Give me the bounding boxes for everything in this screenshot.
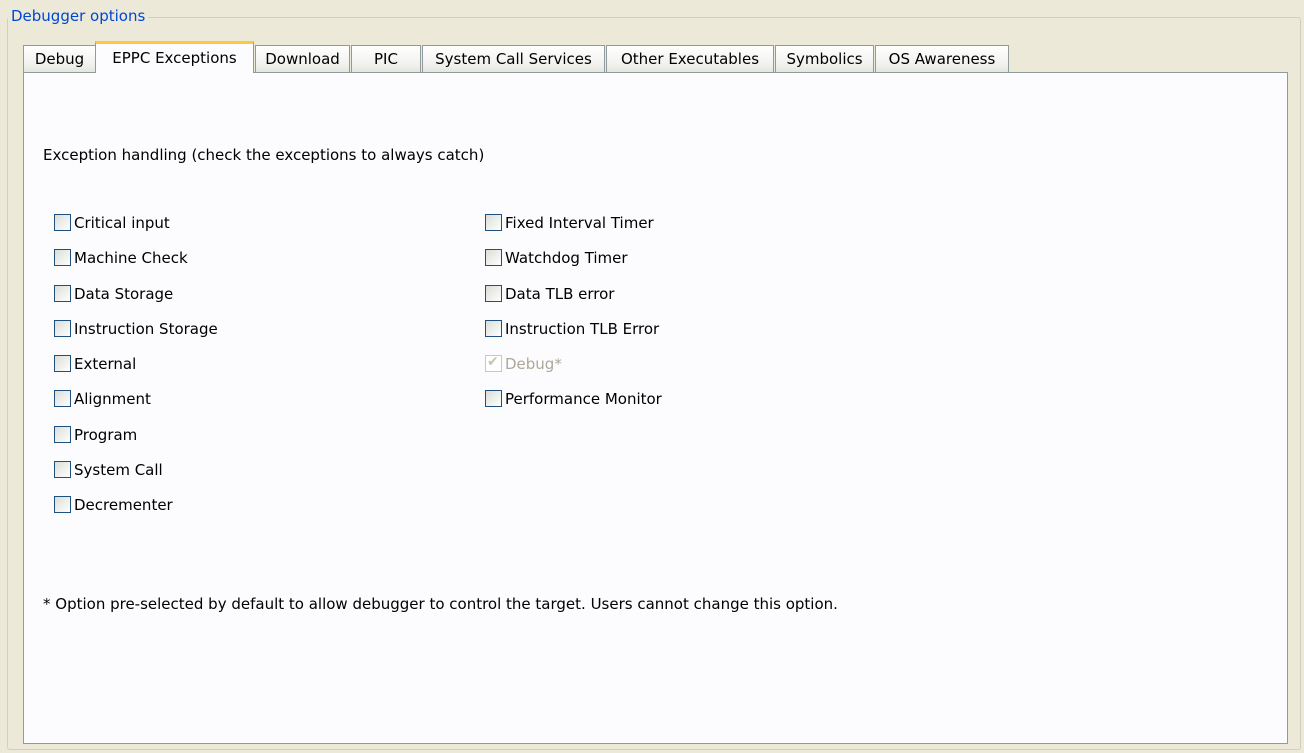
decrementer-checkbox[interactable] (54, 496, 71, 514)
watchdog-timer-label[interactable]: Watchdog Timer (505, 248, 628, 268)
tab-pic[interactable]: PIC (351, 45, 421, 72)
tab-system-call-services[interactable]: System Call Services (422, 45, 605, 72)
performance-monitor-checkbox[interactable] (485, 390, 502, 408)
checkbox-row-decrementer[interactable]: Decrementer (54, 495, 218, 530)
tab-eppc-exceptions[interactable]: EPPC Exceptions (95, 41, 254, 73)
external-label[interactable]: External (74, 354, 136, 374)
checkbox-row-performance-monitor[interactable]: Performance Monitor (485, 389, 662, 424)
checkbox-row-instruction-storage[interactable]: Instruction Storage (54, 319, 218, 354)
checkmark-icon: ✔ (487, 354, 499, 371)
eppc-exceptions-panel: Exception handling (check the exceptions… (23, 72, 1288, 744)
checkbox-row-fixed-interval-timer[interactable]: Fixed Interval Timer (485, 213, 662, 248)
system-call-label[interactable]: System Call (74, 460, 163, 480)
alignment-label[interactable]: Alignment (74, 389, 151, 409)
critical-input-label[interactable]: Critical input (74, 213, 170, 233)
fixed-interval-timer-label[interactable]: Fixed Interval Timer (505, 213, 654, 233)
checkbox-row-program[interactable]: Program (54, 425, 218, 460)
checkbox-row-machine-check[interactable]: Machine Check (54, 248, 218, 283)
checkbox-row-alignment[interactable]: Alignment (54, 389, 218, 424)
checkbox-row-system-call[interactable]: System Call (54, 460, 218, 495)
alignment-checkbox[interactable] (54, 390, 71, 408)
right-exception-column: Fixed Interval Timer Watchdog Timer Data… (485, 213, 662, 425)
decrementer-label[interactable]: Decrementer (74, 495, 173, 515)
machine-check-checkbox[interactable] (54, 249, 71, 267)
tab-symbolics[interactable]: Symbolics (775, 45, 874, 72)
watchdog-timer-checkbox[interactable] (485, 249, 502, 267)
instruction-tlb-error-checkbox[interactable] (485, 319, 502, 337)
checkbox-row-data-storage[interactable]: Data Storage (54, 284, 218, 319)
debug-checkbox: ✔ (485, 354, 502, 373)
checkbox-row-critical-input[interactable]: Critical input (54, 213, 218, 248)
footnote-text: * Option pre-selected by default to allo… (43, 595, 838, 613)
data-storage-checkbox[interactable] (54, 284, 71, 302)
data-tlb-error-checkbox[interactable] (485, 284, 502, 302)
debug-label: Debug* (505, 355, 562, 374)
data-tlb-error-label[interactable]: Data TLB error (505, 284, 614, 304)
exception-handling-heading: Exception handling (check the exceptions… (43, 146, 485, 164)
checkbox-row-watchdog-timer[interactable]: Watchdog Timer (485, 248, 662, 283)
tab-debug[interactable]: Debug (23, 45, 96, 72)
tab-other-executables[interactable]: Other Executables (606, 45, 774, 72)
data-storage-label[interactable]: Data Storage (74, 284, 173, 304)
tab-os-awareness[interactable]: OS Awareness (875, 45, 1009, 72)
instruction-storage-checkbox[interactable] (54, 319, 71, 337)
machine-check-label[interactable]: Machine Check (74, 248, 188, 268)
checkbox-row-external[interactable]: External (54, 354, 218, 389)
fixed-interval-timer-checkbox[interactable] (485, 214, 502, 231)
tab-download[interactable]: Download (255, 45, 350, 72)
group-title: Debugger options (8, 6, 149, 26)
checkbox-row-data-tlb-error[interactable]: Data TLB error (485, 284, 662, 319)
instruction-storage-label[interactable]: Instruction Storage (74, 319, 218, 339)
checkbox-row-debug: ✔ Debug* (485, 354, 662, 389)
program-label[interactable]: Program (74, 425, 137, 445)
checkbox-row-instruction-tlb-error[interactable]: Instruction TLB Error (485, 319, 662, 354)
program-checkbox[interactable] (54, 425, 71, 443)
critical-input-checkbox[interactable] (54, 214, 71, 231)
system-call-checkbox[interactable] (54, 461, 71, 479)
performance-monitor-label[interactable]: Performance Monitor (505, 389, 662, 409)
instruction-tlb-error-label[interactable]: Instruction TLB Error (505, 319, 659, 339)
external-checkbox[interactable] (54, 355, 71, 373)
left-exception-column: Critical input Machine Check Data Storag… (54, 213, 218, 531)
